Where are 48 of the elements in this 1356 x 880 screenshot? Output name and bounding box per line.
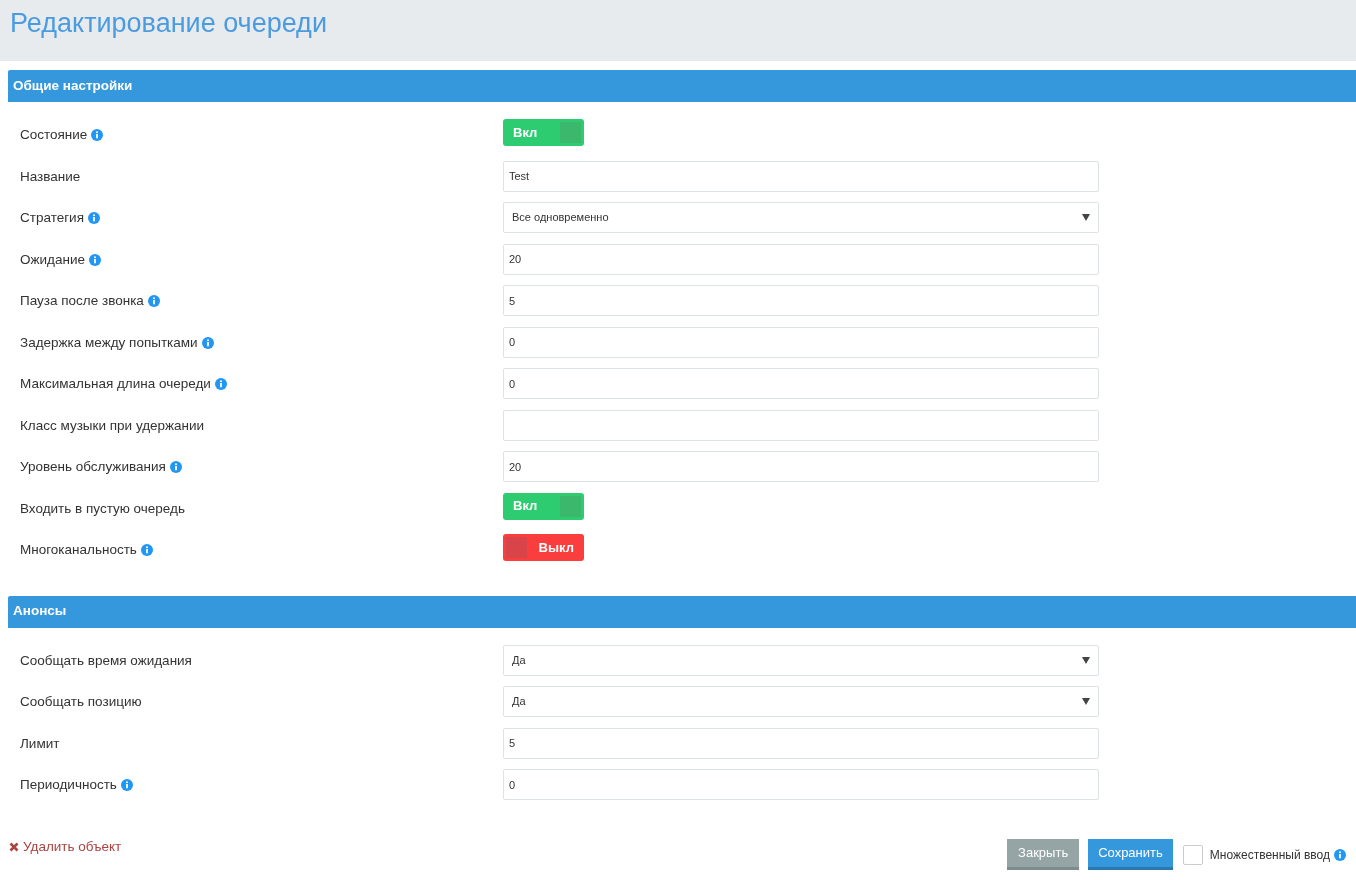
info-icon [147, 295, 160, 308]
info-icon [201, 336, 214, 349]
field-label: Максимальная длина очереди [20, 375, 211, 393]
page-title: Редактирование очереди [10, 7, 327, 40]
input-field[interactable]: 0 [503, 769, 1099, 800]
section-title: Анонсы [13, 602, 67, 621]
field-label: Лимит [20, 734, 60, 753]
checkbox[interactable] [1182, 844, 1203, 865]
field-label: Уровень обслуживания [20, 458, 166, 476]
checkbox-label: Множественный ввод [1209, 846, 1330, 864]
field-label: Стратегия [20, 209, 84, 227]
select-field[interactable]: Все одновременно [503, 202, 1099, 233]
field-label: Ожидание [20, 250, 85, 269]
field-label: Сообщать позицию [20, 693, 142, 711]
field-label: Многоканальность [20, 541, 137, 559]
input-field[interactable]: 20 [503, 243, 1099, 275]
info-icon [1334, 848, 1346, 861]
info-icon [87, 212, 100, 225]
field-label: Задержка между попытками [20, 333, 198, 352]
field-label: Периодичность [20, 776, 117, 794]
close-icon [9, 842, 19, 853]
input-field[interactable]: 0 [503, 326, 1099, 358]
delete-link[interactable]: Удалить объект [9, 837, 122, 858]
field-label: Пауза после звонка [20, 292, 144, 310]
info-icon [140, 544, 153, 557]
caret-icon [1082, 698, 1090, 705]
field-label: Состояние [20, 126, 88, 144]
section-title: Общие настройки [13, 76, 133, 95]
input-field[interactable]: 20 [503, 451, 1099, 482]
input-field[interactable]: Test [503, 160, 1099, 192]
caret-icon [1082, 214, 1090, 221]
field-label: Сообщать время ожидания [20, 651, 192, 670]
input-field[interactable]: 5 [503, 285, 1099, 316]
field-label: Входить в пустую очередь [20, 499, 185, 518]
info-icon [91, 129, 104, 142]
input-field[interactable]: 0 [503, 368, 1099, 399]
toggle-switch[interactable]: Выкл [503, 534, 584, 561]
caret-icon [1082, 656, 1090, 664]
info-icon [169, 461, 182, 474]
info-icon [214, 378, 227, 391]
field-label: Название [20, 167, 81, 186]
info-icon [120, 779, 133, 792]
input-field[interactable]: 5 [503, 727, 1099, 759]
field-label: Класс музыки при удержании [20, 416, 205, 435]
info-icon [88, 253, 101, 266]
select-field[interactable]: Да [503, 686, 1099, 717]
input-field[interactable] [503, 409, 1099, 441]
select-field[interactable]: Да [503, 644, 1099, 676]
